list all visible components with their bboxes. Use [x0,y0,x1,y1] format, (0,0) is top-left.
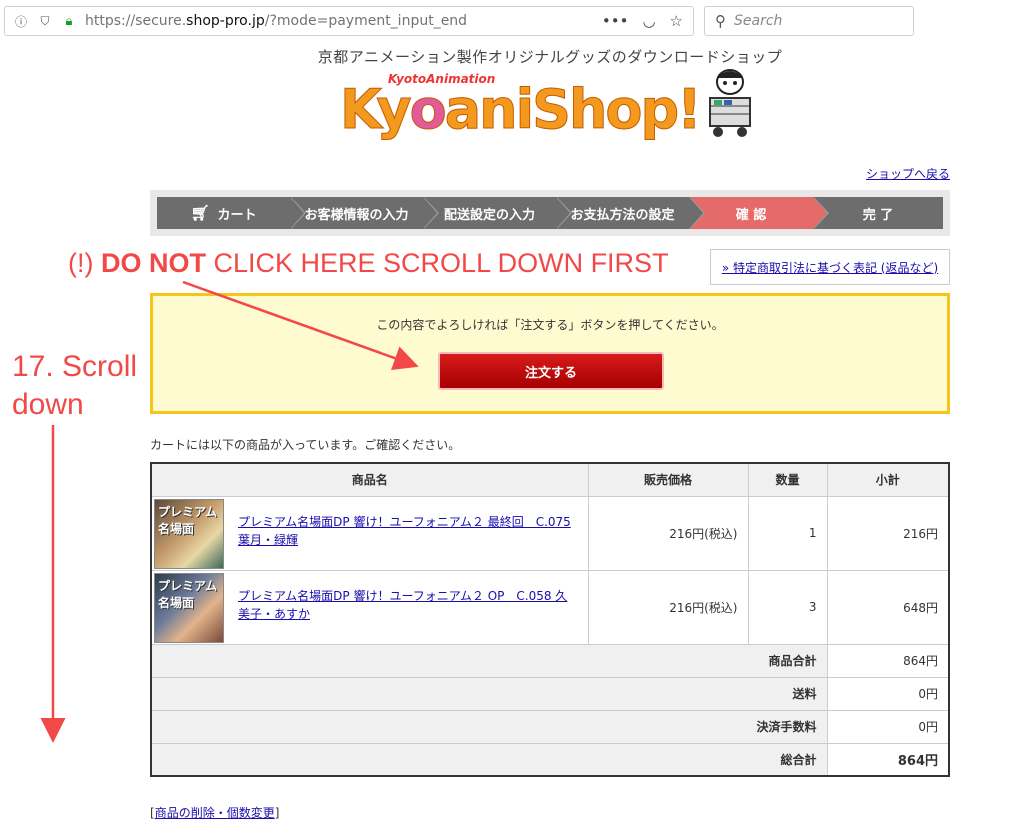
cart-intro-text: カートには以下の商品が入っています。ご確認ください。 [150,438,461,452]
product-link[interactable]: プレミアム名場面DP 響け！ユーフォニアム２ 最終回 C.075 葉月・緑輝 [238,513,578,549]
pocket-icon[interactable]: ◡ [642,12,655,30]
product-qty: 3 [747,569,828,645]
summary-label: 商品合計 [150,643,828,678]
table-row: プレミアム名場面 プレミアム名場面DP 響け！ユーフォニアム２ 最終回 C.07… [150,495,950,571]
summary-total-value: 864円 [826,742,950,777]
cart-table: 商品名 販売価格 数量 小計 プレミアム名場面 プレミアム名場面DP 響け！ユー… [150,462,950,777]
step-complete: 完 了 [862,207,894,223]
confirm-box: この内容でよろしければ「注文する」ボタンを押してください。 注文する [150,293,950,414]
kyoani-shop-logo[interactable]: KyotoAnimation KyoaniShop! [340,68,780,144]
annotation-warning: (!) DO NOT CLICK HERE SCROLL DOWN FIRST [68,248,669,278]
product-qty: 1 [747,495,828,571]
summary-label: 総合計 [150,742,828,777]
step-customer-info: お客様情報の入力 [290,197,439,229]
logo-text: KyoaniShop! [340,78,703,142]
shop-tagline: 京都アニメーション製作オリジナルグッズのダウンロードショップ [317,48,783,66]
star-icon[interactable]: ☆ [670,12,683,30]
summary-value: 864円 [826,643,950,678]
header-subtotal: 小計 [826,462,950,497]
summary-label: 送料 [150,676,828,711]
checkout-steps: 🛒︎ カート お客様情報の入力 配送設定の入力 お支払方法の設定 確 認 完 了 [150,190,950,236]
edit-link-wrap: [商品の削除・個数変更] [150,806,280,820]
summary-value: 0円 [826,709,950,744]
product-subtotal: 216円 [826,495,950,571]
step-confirm: 確 認 [689,197,829,229]
confirm-message: この内容でよろしければ「注文する」ボタンを押してください。 [376,318,724,332]
table-row: プレミアム名場面 プレミアム名場面DP 響け！ユーフォニアム２ OP C.058… [150,569,950,645]
notice-link-box: » 特定商取引法に基づく表記 (返品など) [710,249,950,285]
back-to-shop-link[interactable]: ショップへ戻る [866,165,950,182]
lock-icon[interactable]: 🔒︎ [61,13,77,29]
product-thumbnail[interactable]: プレミアム名場面 [154,572,224,643]
header-price: 販売価格 [587,462,749,497]
summary-row-items: 商品合計 864円 [150,643,950,678]
product-price: 216円(税込) [587,495,749,571]
more-icon[interactable]: ••• [602,12,629,30]
step-cart: 🛒︎ カート [157,197,306,229]
url-bar[interactable]: ⓘ ⛉ 🔒︎ https://secure.shop-pro.jp/?mode=… [4,6,694,36]
summary-row-total: 総合計 864円 [150,742,950,777]
product-link[interactable]: プレミアム名場面DP 響け！ユーフォニアム２ OP C.058 久美子・あすか [238,587,578,623]
cart-icon: 🛒︎ [190,204,210,222]
mascot-cart-icon [709,69,751,137]
info-icon[interactable]: ⓘ [13,13,29,29]
product-price: 216円(税込) [587,569,749,645]
summary-row-fee: 決済手数料 0円 [150,709,950,744]
table-header-row: 商品名 販売価格 数量 小計 [150,462,950,497]
shield-icon[interactable]: ⛉ [37,13,53,29]
summary-label: 決済手数料 [150,709,828,744]
annotation-scroll: 17. Scroll down [12,350,138,421]
search-input[interactable] [734,13,894,29]
commercial-law-link[interactable]: » 特定商取引法に基づく表記 (返品など) [722,259,938,276]
order-button[interactable]: 注文する [438,352,664,390]
product-subtotal: 648円 [826,569,950,645]
product-thumbnail[interactable]: プレミアム名場面 [154,498,224,569]
search-icon: ⚲ [715,12,726,30]
header-product: 商品名 [150,462,589,497]
header-qty: 数量 [747,462,828,497]
summary-value: 0円 [826,676,950,711]
summary-row-shipping: 送料 0円 [150,676,950,711]
edit-cart-link[interactable]: 商品の削除・個数変更 [155,806,275,820]
step-shipping: 配送設定の入力 [423,197,572,229]
search-bar[interactable]: ⚲ [704,6,914,36]
step-payment: お支払方法の設定 [556,197,705,229]
url-text[interactable]: https://secure.shop-pro.jp/?mode=payment… [85,13,467,29]
